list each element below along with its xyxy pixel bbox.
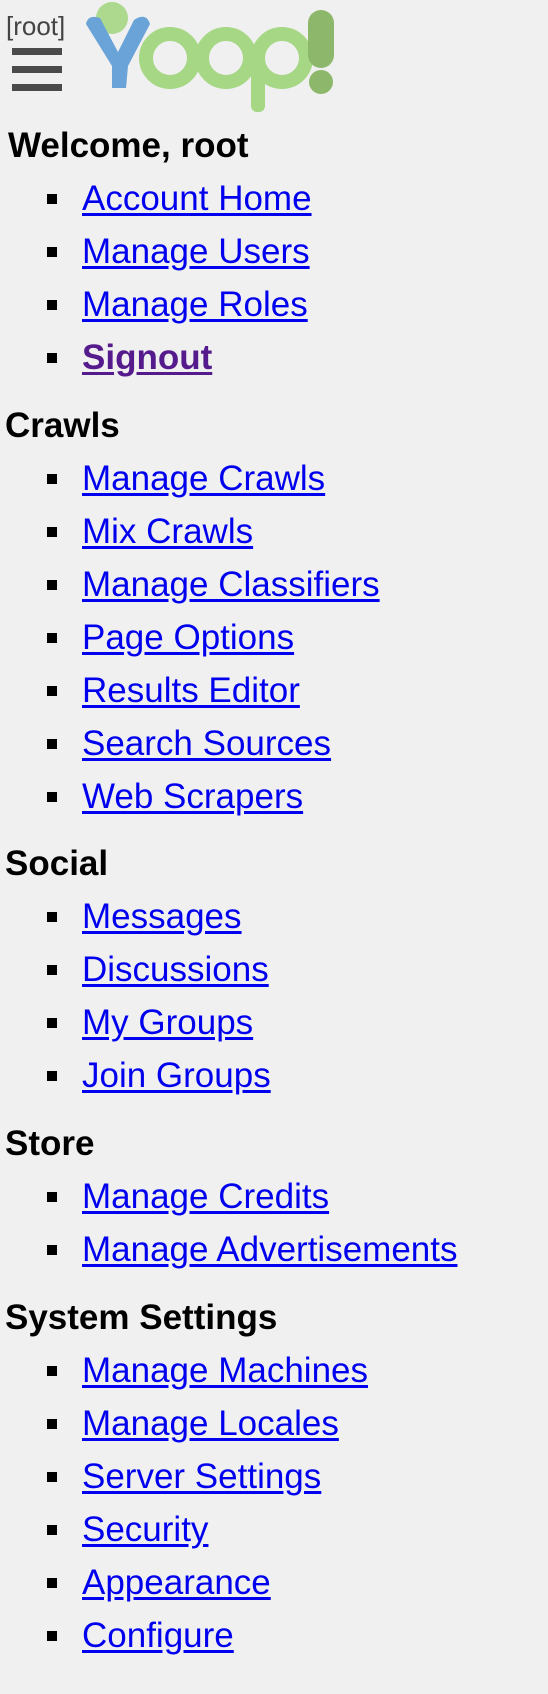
messages-link[interactable]: Messages [82,897,242,936]
bullet-icon [47,1245,57,1255]
manage-machines-link[interactable]: Manage Machines [82,1351,368,1390]
bullet-icon [47,1192,57,1202]
search-sources-link[interactable]: Search Sources [82,724,331,763]
welcome-heading: Welcome, root [8,126,249,165]
menu-item-my-groups: My Groups [0,996,271,1049]
results-editor-link[interactable]: Results Editor [82,671,300,710]
menu-item-manage-advertisements: Manage Advertisements [0,1223,457,1276]
bullet-icon [47,474,57,484]
social-menu: Messages Discussions My Groups Join Grou… [0,890,271,1102]
appearance-link[interactable]: Appearance [82,1563,271,1602]
bullet-icon [47,1525,57,1535]
store-heading: Store [5,1124,95,1163]
admin-menu-page: [root] Welcome, root Account Home Manage… [0,0,548,1694]
bullet-icon [47,1578,57,1588]
menu-item-messages: Messages [0,890,271,943]
menu-item-join-groups: Join Groups [0,1049,271,1102]
crawls-menu: Manage Crawls Mix Crawls Manage Classifi… [0,452,380,823]
mix-crawls-link[interactable]: Mix Crawls [82,512,253,551]
bullet-icon [47,1472,57,1482]
bullet-icon [47,527,57,537]
manage-users-link[interactable]: Manage Users [82,232,310,271]
manage-locales-link[interactable]: Manage Locales [82,1404,339,1443]
menu-item-account-home: Account Home [0,172,312,225]
my-groups-link[interactable]: My Groups [82,1003,253,1042]
security-link[interactable]: Security [82,1510,208,1549]
menu-item-page-options: Page Options [0,611,380,664]
social-heading: Social [5,844,109,883]
bullet-icon [47,792,57,802]
manage-advertisements-link[interactable]: Manage Advertisements [82,1230,457,1269]
server-settings-link[interactable]: Server Settings [82,1457,321,1496]
menu-item-manage-users: Manage Users [0,225,312,278]
menu-item-manage-credits: Manage Credits [0,1170,457,1223]
manage-credits-link[interactable]: Manage Credits [82,1177,329,1216]
bullet-icon [47,1018,57,1028]
manage-roles-link[interactable]: Manage Roles [82,285,308,324]
menu-item-manage-roles: Manage Roles [0,278,312,331]
menu-item-configure: Configure [0,1609,368,1662]
web-scrapers-link[interactable]: Web Scrapers [82,777,303,816]
bullet-icon [47,912,57,922]
bullet-icon [47,194,57,204]
account-home-link[interactable]: Account Home [82,179,312,218]
page-options-link[interactable]: Page Options [82,618,294,657]
configure-link[interactable]: Configure [82,1616,234,1655]
signout-link[interactable]: Signout [82,338,212,377]
menu-item-web-scrapers: Web Scrapers [0,770,380,823]
bullet-icon [47,580,57,590]
menu-item-signout: Signout [0,331,312,384]
manage-crawls-link[interactable]: Manage Crawls [82,459,325,498]
bullet-icon [47,633,57,643]
system-settings-heading: System Settings [5,1298,278,1337]
menu-item-manage-machines: Manage Machines [0,1344,368,1397]
bullet-icon [47,739,57,749]
bullet-icon [47,965,57,975]
user-tag: [root] [6,11,66,41]
bullet-icon [47,247,57,257]
bullet-icon [47,353,57,363]
menu-item-server-settings: Server Settings [0,1450,368,1503]
bullet-icon [47,1419,57,1429]
discussions-link[interactable]: Discussions [82,950,269,989]
menu-item-manage-classifiers: Manage Classifiers [0,558,380,611]
bullet-icon [47,686,57,696]
system-settings-menu: Manage Machines Manage Locales Server Se… [0,1344,368,1662]
menu-item-mix-crawls: Mix Crawls [0,505,380,558]
menu-item-manage-crawls: Manage Crawls [0,452,380,505]
menu-item-security: Security [0,1503,368,1556]
menu-item-appearance: Appearance [0,1556,368,1609]
bullet-icon [47,300,57,310]
hamburger-menu-icon[interactable] [12,42,62,98]
join-groups-link[interactable]: Join Groups [82,1056,271,1095]
yioop-logo[interactable] [78,0,338,116]
menu-item-discussions: Discussions [0,943,271,996]
bullet-icon [47,1366,57,1376]
menu-item-search-sources: Search Sources [0,717,380,770]
store-menu: Manage Credits Manage Advertisements [0,1170,457,1276]
menu-item-results-editor: Results Editor [0,664,380,717]
bullet-icon [47,1071,57,1081]
crawls-heading: Crawls [5,406,120,445]
manage-classifiers-link[interactable]: Manage Classifiers [82,565,380,604]
bullet-icon [47,1631,57,1641]
account-menu: Account Home Manage Users Manage Roles S… [0,172,312,384]
menu-item-manage-locales: Manage Locales [0,1397,368,1450]
header: [root] [0,0,548,120]
